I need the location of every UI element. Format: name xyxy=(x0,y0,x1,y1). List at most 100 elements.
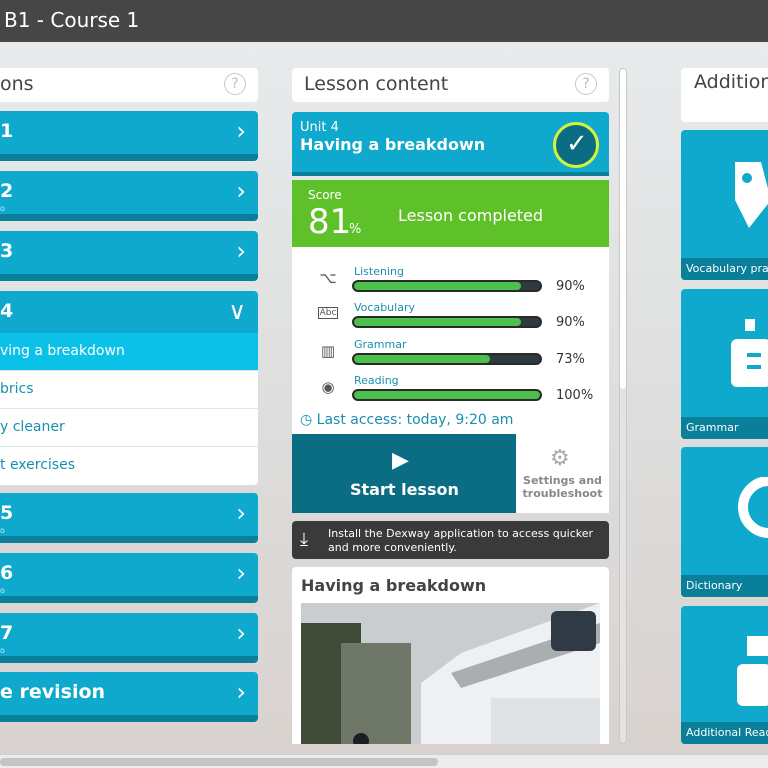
gear-icon: ⚙ xyxy=(550,446,570,471)
progress-dot: o xyxy=(0,526,5,535)
unit-item-3[interactable]: 3 › xyxy=(0,231,258,281)
progress-dot: o xyxy=(0,204,5,213)
lesson-photo xyxy=(301,603,600,744)
download-icon: ⤓ xyxy=(300,529,308,550)
activity-label: Vocabulary pra xyxy=(681,258,768,280)
chevron-right-icon: › xyxy=(236,619,246,647)
activity-dictionary[interactable]: Dictionary xyxy=(681,447,768,597)
unit-label: 6 xyxy=(0,562,14,584)
lesson-title: Having a breakdown xyxy=(300,135,486,154)
unit-label: 5 xyxy=(0,502,14,524)
activities-heading: Addition activitie xyxy=(681,68,768,122)
magnifier-icon xyxy=(738,477,768,538)
activity-additional-reading[interactable]: Additional Read xyxy=(681,606,768,744)
settings-troubleshoot-button[interactable]: ⚙ Settings and troubleshoot xyxy=(516,434,609,513)
lesson-completed-status: Lesson completed xyxy=(398,206,544,225)
unit-label: 4 xyxy=(0,300,14,322)
chevron-right-icon: › xyxy=(236,499,246,527)
score-panel: Score 81 % Lesson completed xyxy=(292,180,609,247)
lessons-header: ons ? xyxy=(0,68,258,102)
unit-label: 3 xyxy=(0,240,14,262)
activity-label: Additional Read xyxy=(681,722,768,744)
play-icon: ▶ xyxy=(392,448,409,473)
skill-name: Vocabulary xyxy=(354,301,415,314)
progress-dot: o xyxy=(0,646,5,655)
unit-label: 7 xyxy=(0,622,14,644)
unit-item-4[interactable]: 4 ∨ xyxy=(0,291,258,333)
skill-reading: ◉ Reading 100% xyxy=(292,368,609,404)
unit-item-5[interactable]: 5 › o xyxy=(0,493,258,543)
install-text: Install the Dexway application to access… xyxy=(328,527,594,554)
skill-name: Listening xyxy=(354,265,404,278)
picture-title: Having a breakdown xyxy=(301,576,487,595)
unit-label: e revision xyxy=(0,681,106,703)
lesson-picture-card: Having a breakdown xyxy=(292,567,609,744)
score-label: Score xyxy=(308,188,342,202)
skill-percent: 90% xyxy=(556,315,585,330)
lesson-content-heading: Lesson content xyxy=(304,73,449,95)
install-app-banner[interactable]: ⤓ Install the Dexway application to acce… xyxy=(292,521,609,559)
reading-icon xyxy=(737,636,768,706)
chevron-right-icon: › xyxy=(236,237,246,265)
unit-item-6[interactable]: 6 › o xyxy=(0,553,258,603)
unit-item-revision[interactable]: e revision › xyxy=(0,672,258,722)
horizontal-scrollbar-thumb[interactable] xyxy=(0,758,438,766)
start-lesson-button[interactable]: ▶ Start lesson xyxy=(292,434,516,513)
course-title: B1 - Course 1 xyxy=(4,8,140,32)
lessons-help-icon[interactable]: ? xyxy=(224,73,246,95)
unit-item-2[interactable]: 2 › o xyxy=(0,171,258,221)
grammar-icon xyxy=(731,319,768,387)
content-scrollbar-thumb[interactable] xyxy=(620,69,626,389)
book-icon: ▥ xyxy=(320,342,336,360)
activity-label: Dictionary xyxy=(681,575,768,597)
unit-label: 1 xyxy=(0,120,14,142)
skill-name: Reading xyxy=(354,374,399,387)
start-lesson-label: Start lesson xyxy=(350,480,459,499)
breakdown-photo-illustration xyxy=(301,603,600,744)
completed-check-icon: ✓ xyxy=(553,122,599,168)
skill-name: Grammar xyxy=(354,338,407,351)
lesson-item-3[interactable]: y cleaner xyxy=(0,409,258,447)
chevron-right-icon: › xyxy=(236,678,246,706)
last-access-text: Last access: today, 9:20 am xyxy=(316,412,514,428)
horizontal-scrollbar[interactable] xyxy=(0,754,768,768)
skill-progress-fill xyxy=(354,282,522,290)
skill-percent: 90% xyxy=(556,279,585,294)
skill-progress-fill xyxy=(354,391,540,399)
activity-vocabulary[interactable]: Vocabulary pra xyxy=(681,130,768,280)
score-percent-sign: % xyxy=(349,222,362,237)
skill-progress-fill xyxy=(354,318,522,326)
chevron-right-icon: › xyxy=(236,117,246,145)
abc-icon: Abc xyxy=(318,307,338,319)
content-help-icon[interactable]: ? xyxy=(575,73,597,95)
lessons-panel: ons ? xyxy=(0,68,258,102)
chevron-right-icon: › xyxy=(236,559,246,587)
lesson-content-header: Lesson content ? xyxy=(292,68,609,102)
unit-card: Unit 4 Having a breakdown ✓ xyxy=(292,112,609,176)
activity-grammar[interactable]: Grammar xyxy=(681,289,768,439)
headphones-icon: ⌥ xyxy=(319,269,337,287)
skill-percent: 100% xyxy=(556,388,594,403)
progress-dot: o xyxy=(0,586,5,595)
skill-listening: ⌥ Listening 90% xyxy=(292,259,609,295)
chevron-down-icon: ∨ xyxy=(228,297,246,325)
skill-grammar: ▥ Grammar 73% xyxy=(292,332,609,368)
unit-item-7[interactable]: 7 › o xyxy=(0,613,258,663)
chevron-right-icon: › xyxy=(236,177,246,205)
last-access: ◷ Last access: today, 9:20 am xyxy=(300,412,513,428)
score-value: 81 xyxy=(308,202,352,242)
tag-icon xyxy=(735,162,768,228)
unit-item-1[interactable]: 1 › xyxy=(0,111,258,161)
content-scrollbar[interactable] xyxy=(619,68,627,744)
checkmark-glyph: ✓ xyxy=(566,129,588,159)
clock-icon: ◷ xyxy=(300,412,313,428)
skill-progress-fill xyxy=(354,355,490,363)
skill-vocabulary: Abc Vocabulary 90% xyxy=(292,295,609,331)
skill-progress-bar xyxy=(352,353,542,365)
top-bar: B1 - Course 1 xyxy=(0,0,768,42)
settings-label: Settings and troubleshoot xyxy=(522,474,603,500)
lesson-item-2[interactable]: brics xyxy=(0,371,258,409)
lesson-item-having-a-breakdown[interactable]: ving a breakdown xyxy=(0,333,258,371)
activity-label: Grammar xyxy=(681,417,768,439)
lesson-item-4[interactable]: t exercises xyxy=(0,447,258,485)
